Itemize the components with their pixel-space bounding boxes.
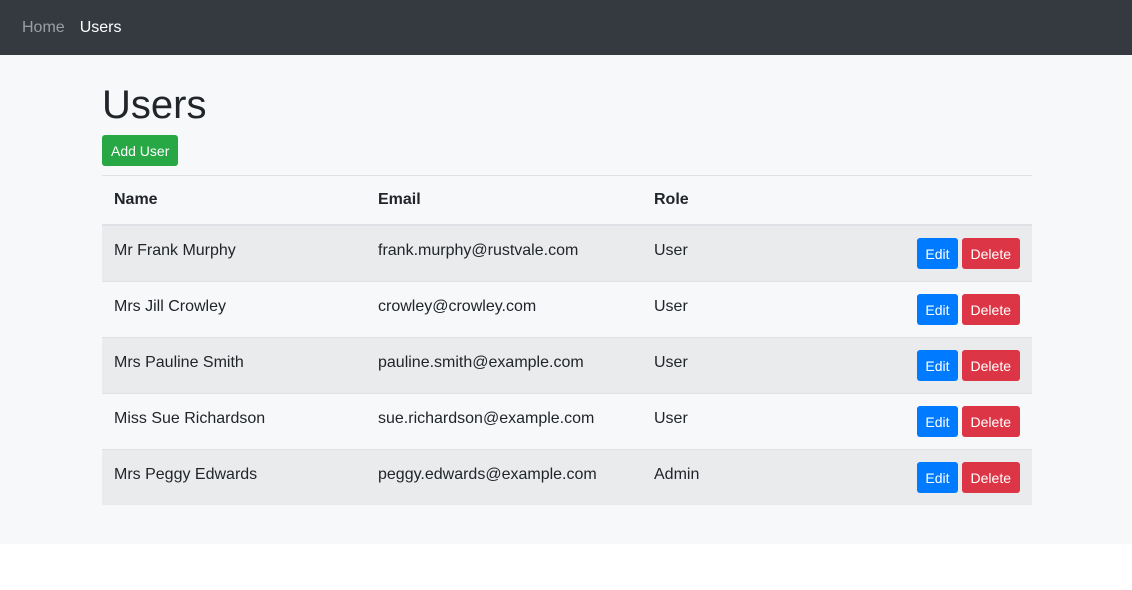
user-role-cell: User [642,393,866,450]
user-name-cell: Miss Sue Richardson [102,393,366,450]
user-name: Mr Frank Murphy [114,241,236,259]
delete-button[interactable]: Delete [961,462,1020,493]
edit-button[interactable]: Edit [917,406,958,437]
user-email-cell: sue.richardson@example.com [366,393,642,450]
user-role-cell: User [642,337,866,394]
edit-button[interactable]: Edit [917,350,958,381]
nav-link-home[interactable]: Home [22,19,65,37]
user-name: Mrs Pauline Smith [114,353,244,371]
row-actions: Edit Delete [866,337,1032,394]
user-name: Mrs Jill Crowley [114,297,226,315]
user-email-cell: crowley@crowley.com [366,281,642,338]
row-actions: Edit Delete [866,281,1032,338]
edit-button[interactable]: Edit [917,238,958,269]
column-header-actions [866,175,1032,226]
user-role: User [654,409,688,427]
user-name: Miss Sue Richardson [114,409,266,427]
table-row: Mrs Jill Crowley crowley@crowley.com Use… [102,281,1032,338]
edit-button[interactable]: Edit [917,294,958,325]
user-email: frank.murphy@rustvale.com [378,241,579,259]
row-actions: Edit Delete [866,393,1032,450]
main-content: Users Add User Name Email Role Mr Frank … [0,55,1132,544]
user-email: crowley@crowley.com [378,297,537,315]
user-role: User [654,297,688,315]
user-name-cell: Mr Frank Murphy [102,224,366,282]
user-email: peggy.edwards@example.com [378,465,597,483]
table-row: Mrs Pauline Smith pauline.smith@example.… [102,337,1032,394]
delete-button[interactable]: Delete [961,406,1020,437]
user-email-cell: frank.murphy@rustvale.com [366,224,642,282]
user-role-cell: User [642,281,866,338]
row-actions: Edit Delete [866,224,1032,282]
user-email: pauline.smith@example.com [378,353,584,371]
delete-button[interactable]: Delete [961,350,1020,381]
table-header-row: Name Email Role [102,175,1032,226]
user-name: Mrs Peggy Edwards [114,465,258,483]
delete-button[interactable]: Delete [961,238,1020,269]
edit-button[interactable]: Edit [917,462,958,493]
user-name-cell: Mrs Pauline Smith [102,337,366,394]
user-name-cell: Mrs Jill Crowley [102,281,366,338]
user-role: User [654,241,688,259]
user-email-cell: peggy.edwards@example.com [366,449,642,505]
nav-link-users[interactable]: Users [80,19,122,37]
user-role-cell: User [642,224,866,282]
column-header-name: Name [102,175,366,226]
column-header-role: Role [642,175,866,226]
add-user-button[interactable]: Add User [102,135,179,166]
user-email-cell: pauline.smith@example.com [366,337,642,394]
table-row: Mrs Peggy Edwards peggy.edwards@example.… [102,449,1032,505]
row-actions: Edit Delete [866,449,1032,505]
user-role-cell: Admin [642,449,866,505]
users-table: Name Email Role Mr Frank Murphy frank.mu… [102,175,1032,505]
user-email: sue.richardson@example.com [378,409,595,427]
page-title: Users [102,83,207,127]
table-row: Miss Sue Richardson sue.richardson@examp… [102,393,1032,450]
top-navbar: Home Users [0,0,1132,55]
table-row: Mr Frank Murphy frank.murphy@rustvale.co… [102,224,1032,282]
user-role: Admin [654,465,700,483]
delete-button[interactable]: Delete [961,294,1020,325]
column-header-email: Email [366,175,642,226]
user-role: User [654,353,688,371]
user-name-cell: Mrs Peggy Edwards [102,449,366,505]
